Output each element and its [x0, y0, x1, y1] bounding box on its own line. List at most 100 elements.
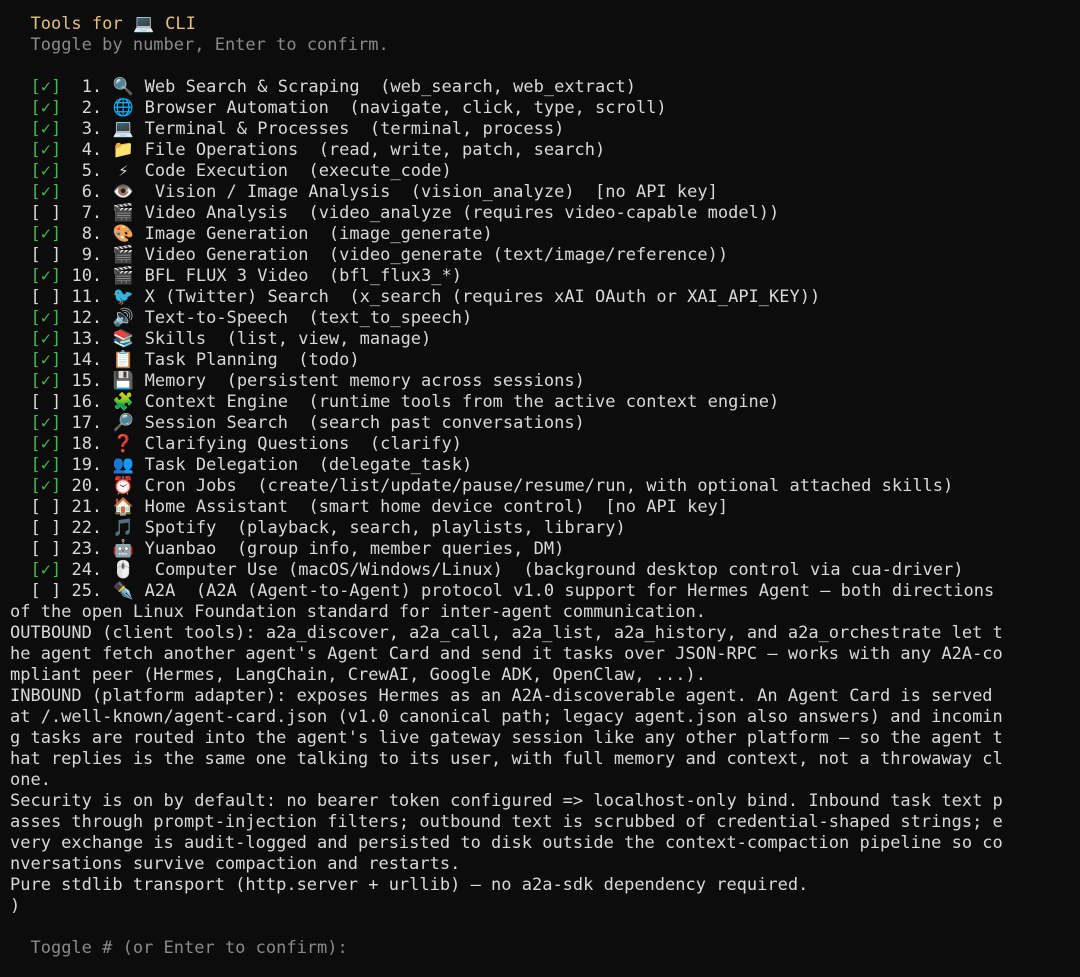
- tool-name: Clarifying Questions: [144, 434, 350, 454]
- tool-detail: (A2A (Agent-to-Agent) protocol v1.0 supp…: [195, 581, 995, 601]
- tool-item[interactable]: [✓] 8. 🎨 Image Generation (image_generat…: [10, 224, 1080, 245]
- tool-item[interactable]: [ ] 21. 🏠 Home Assistant (smart home dev…: [10, 497, 1080, 518]
- checkbox-unchecked[interactable]: [ ]: [30, 518, 61, 538]
- tool-item[interactable]: [ ] 16. 🧩 Context Engine (runtime tools …: [10, 392, 1080, 413]
- tool-item[interactable]: [✓] 20. ⏰ Cron Jobs (create/list/update/…: [10, 476, 1080, 497]
- tool-name: Text-to-Speech: [144, 308, 288, 328]
- checkbox-checked[interactable]: [✓]: [30, 161, 61, 181]
- tool-detail: (create/list/update/pause/resume/run, wi…: [257, 476, 954, 496]
- description-line: asses through prompt-injection filters; …: [10, 812, 1003, 832]
- tool-item[interactable]: [ ] 23. 🤖 Yuanbao (group info, member qu…: [10, 539, 1080, 560]
- tool-name: Task Delegation: [144, 455, 299, 475]
- checkbox-checked[interactable]: [✓]: [30, 98, 61, 118]
- tool-item[interactable]: [✓] 13. 📚 Skills (list, view, manage): [10, 329, 1080, 350]
- toggle-prompt[interactable]: Toggle # (or Enter to confirm):: [10, 938, 1080, 959]
- tool-number: 1.: [81, 77, 103, 97]
- checkbox-checked[interactable]: [✓]: [30, 308, 61, 328]
- checkbox-checked[interactable]: [✓]: [30, 413, 61, 433]
- tool-icon: 👥: [112, 455, 134, 475]
- tool-item[interactable]: [✓] 15. 💾 Memory (persistent memory acro…: [10, 371, 1080, 392]
- tool-detail: (delegate_task): [318, 455, 473, 475]
- description-line: INBOUND (platform adapter): exposes Herm…: [10, 686, 993, 706]
- description-line: nversations survive compaction and resta…: [10, 854, 461, 874]
- tool-item[interactable]: [✓] 12. 🔊 Text-to-Speech (text_to_speech…: [10, 308, 1080, 329]
- checkbox-checked[interactable]: [✓]: [30, 224, 61, 244]
- tool-name: BFL FLUX 3 Video: [144, 266, 309, 286]
- tool-item[interactable]: [✓] 18. ❓ Clarifying Questions (clarify): [10, 434, 1080, 455]
- tool-number: 17.: [71, 413, 103, 433]
- tool-item[interactable]: [✓] 5. ⚡ Code Execution (execute_code): [10, 161, 1080, 182]
- tool-number: 5.: [81, 161, 103, 181]
- tool-icon: 🎬: [112, 203, 134, 223]
- checkbox-checked[interactable]: [✓]: [30, 371, 61, 391]
- tool-icon: ⚡: [118, 161, 129, 181]
- checkbox-unchecked[interactable]: [ ]: [30, 287, 61, 307]
- tool-item[interactable]: [ ] 25. ✒️ A2A (A2A (Agent-to-Agent) pro…: [10, 581, 1080, 602]
- tool-item[interactable]: [ ] 7. 🎬 Video Analysis (video_analyze (…: [10, 203, 1080, 224]
- checkbox-unchecked[interactable]: [ ]: [30, 539, 61, 559]
- tool-detail: (group info, member queries, DM): [236, 539, 565, 559]
- menu-subtitle: Toggle by number, Enter to confirm.: [10, 35, 1080, 56]
- tool-item[interactable]: [✓] 14. 📋 Task Planning (todo): [10, 350, 1080, 371]
- checkbox-checked[interactable]: [✓]: [30, 350, 61, 370]
- tool-item[interactable]: [✓] 10. 🎬 BFL FLUX 3 Video (bfl_flux3_*): [10, 266, 1080, 287]
- description-line: mpliant peer (Hermes, LangChain, CrewAI,…: [10, 665, 706, 685]
- tool-number: 3.: [81, 119, 103, 139]
- tool-item[interactable]: [✓] 2. 🌐 Browser Automation (navigate, c…: [10, 98, 1080, 119]
- checkbox-checked[interactable]: [✓]: [30, 560, 61, 580]
- tool-number: 4.: [81, 140, 103, 160]
- checkbox-unchecked[interactable]: [ ]: [30, 392, 61, 412]
- tool-item[interactable]: [ ] 22. 🎵 Spotify (playback, search, pla…: [10, 518, 1080, 539]
- checkbox-checked[interactable]: [✓]: [30, 77, 61, 97]
- description-line: g tasks are routed into the agent's live…: [10, 728, 1003, 748]
- tool-item[interactable]: [✓] 6. 👁️ Vision / Image Analysis (visio…: [10, 182, 1080, 203]
- tool-name: Yuanbao: [144, 539, 217, 559]
- tool-item[interactable]: [ ] 9. 🎬 Video Generation (video_generat…: [10, 245, 1080, 266]
- tool-name: Video Generation: [144, 245, 309, 265]
- checkbox-unchecked[interactable]: [ ]: [30, 245, 61, 265]
- tool-icon: 🌐: [112, 98, 134, 118]
- tool-item[interactable]: [✓] 19. 👥 Task Delegation (delegate_task…: [10, 455, 1080, 476]
- checkbox-checked[interactable]: [✓]: [30, 329, 61, 349]
- tool-number: 23.: [71, 539, 103, 559]
- tool-number: 24.: [71, 560, 103, 580]
- checkbox-checked[interactable]: [✓]: [30, 119, 61, 139]
- description-line: Pure stdlib transport (http.server + url…: [10, 875, 809, 895]
- tool-number: 21.: [71, 497, 103, 517]
- tool-number: 19.: [71, 455, 103, 475]
- tool-number: 6.: [81, 182, 103, 202]
- tool-name: Context Engine: [144, 392, 288, 412]
- checkbox-unchecked[interactable]: [ ]: [30, 497, 61, 517]
- tool-detail: (background desktop control via cua-driv…: [523, 560, 964, 580]
- tool-item[interactable]: [✓] 4. 📁 File Operations (read, write, p…: [10, 140, 1080, 161]
- tool-item[interactable]: [✓] 24. 🖱️ Computer Use (macOS/Windows/L…: [10, 560, 1080, 581]
- tool-detail: (playback, search, playlists, library): [236, 518, 626, 538]
- tool-name: Code Execution: [144, 161, 288, 181]
- tool-detail: (read, write, patch, search): [318, 140, 606, 160]
- checkbox-checked[interactable]: [✓]: [30, 182, 61, 202]
- tool-item[interactable]: [✓] 17. 🔎 Session Search (search past co…: [10, 413, 1080, 434]
- tool-item[interactable]: [✓] 1. 🔍 Web Search & Scraping (web_sear…: [10, 77, 1080, 98]
- checkbox-unchecked[interactable]: [ ]: [30, 581, 61, 601]
- tool-icon: 🏠: [112, 497, 134, 517]
- checkbox-checked[interactable]: [✓]: [30, 434, 61, 454]
- tool-number: 10.: [71, 266, 103, 286]
- tool-name: Computer Use (macOS/Windows/Linux): [144, 560, 503, 580]
- checkbox-checked[interactable]: [✓]: [30, 455, 61, 475]
- menu-subtitle-text: Toggle by number, Enter to confirm.: [30, 35, 389, 55]
- tool-detail: (list, view, manage): [226, 329, 432, 349]
- tool-icon: 📁: [112, 140, 134, 160]
- tool-detail: (persistent memory across sessions): [226, 371, 585, 391]
- tool-number: 11.: [71, 287, 103, 307]
- checkbox-checked[interactable]: [✓]: [30, 140, 61, 160]
- tool-name: Task Planning: [144, 350, 278, 370]
- checkbox-checked[interactable]: [✓]: [30, 266, 61, 286]
- tool-name: File Operations: [144, 140, 299, 160]
- tool-detail: (bfl_flux3_*): [328, 266, 462, 286]
- checkbox-unchecked[interactable]: [ ]: [30, 203, 61, 223]
- terminal-window: Tools for 💻 CLI Toggle by number, Enter …: [0, 0, 1080, 977]
- tool-item[interactable]: [✓] 3. 💻 Terminal & Processes (terminal,…: [10, 119, 1080, 140]
- tool-item[interactable]: [ ] 11. 🐦 X (Twitter) Search (x_search (…: [10, 287, 1080, 308]
- menu-title-prefix: Tools for: [30, 14, 123, 34]
- checkbox-checked[interactable]: [✓]: [30, 476, 61, 496]
